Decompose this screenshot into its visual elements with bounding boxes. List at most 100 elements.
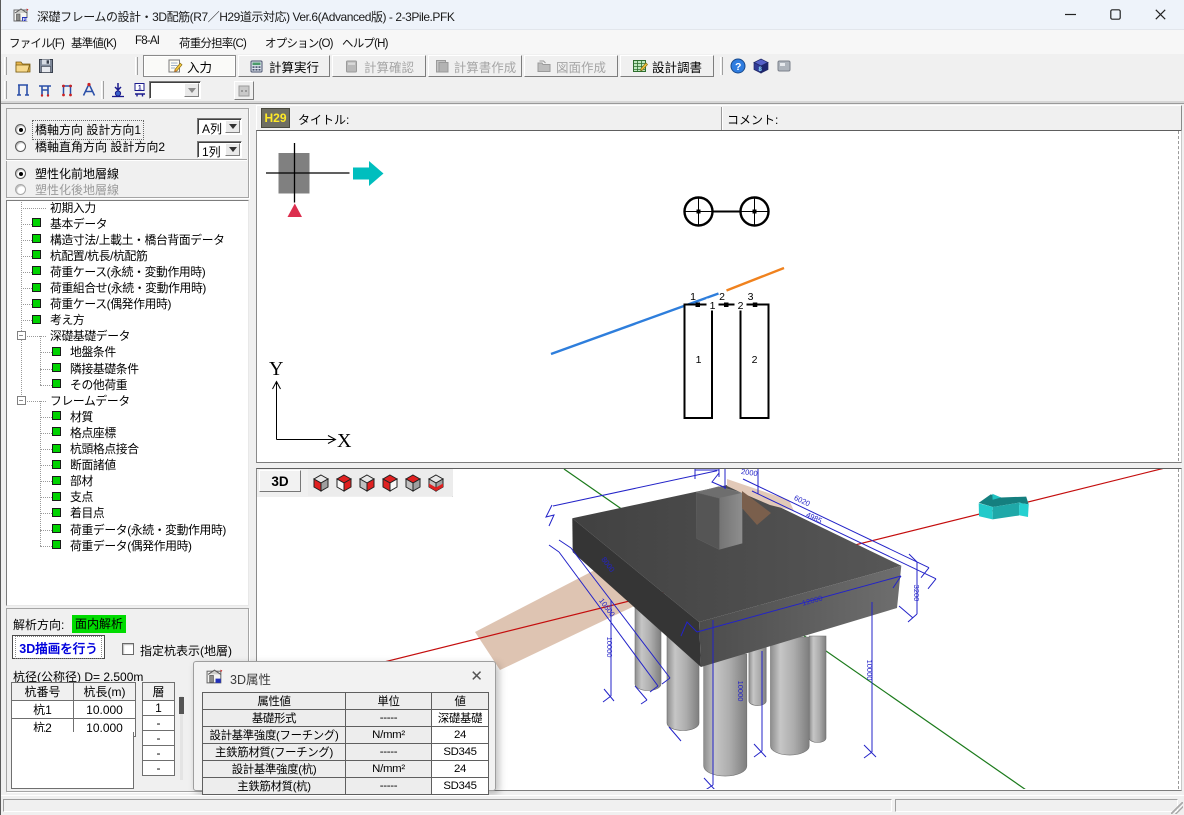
menu-item-4[interactable]: 荷重分担率(C): [179, 35, 246, 51]
tree-item-2[interactable]: 基本データ: [50, 217, 107, 231]
design-record-button[interactable]: 設計調書: [620, 55, 714, 77]
view-cube-top[interactable]: [404, 474, 422, 492]
tree-item-8[interactable]: 考え方: [50, 313, 84, 327]
minimize-button[interactable]: [1047, 0, 1093, 29]
toolbar-button-label: 計算実行: [269, 57, 319, 76]
tree-item-4[interactable]: 杭配置/杭長/杭配筋: [50, 249, 147, 263]
menu-item-1[interactable]: ファイル(F): [9, 35, 64, 51]
layer-table-header: 層: [143, 683, 175, 701]
combo-dropdown-button[interactable]: [184, 83, 199, 97]
pile-table-cell[interactable]: 10.000: [74, 701, 136, 719]
toolbar-grip[interactable]: [101, 81, 104, 99]
frame-type-3-button[interactable]: [56, 80, 77, 100]
view-cube-topleft[interactable]: [381, 474, 399, 492]
tree-item-15[interactable]: 格点座標: [70, 426, 116, 440]
close-button[interactable]: [1137, 0, 1183, 29]
tree-item-12[interactable]: その他荷重: [70, 378, 127, 392]
layer-table-cell[interactable]: -: [143, 731, 175, 746]
help-button[interactable]: ?: [727, 56, 748, 76]
attribute-window[interactable]: 3D属性 ✕ 属性値単位値基礎形式-----深礎基礎設計基準強度(フーチング)N…: [193, 661, 496, 791]
tree-item-16[interactable]: 杭頭格点接合: [70, 442, 139, 456]
layer-table-cell[interactable]: -: [143, 761, 175, 776]
menu-item-2[interactable]: 基準値(K): [71, 35, 116, 51]
toolbar-button-label: 入力: [187, 57, 212, 76]
tree-item-7[interactable]: 荷重ケース(偶発作用時): [50, 297, 171, 311]
menu-item-3[interactable]: F8-AI: [135, 35, 159, 47]
layer-scrollbar-thumb[interactable]: [179, 697, 184, 714]
run-calculation-button[interactable]: 計算実行: [238, 55, 330, 77]
radio-direction-2[interactable]: [15, 141, 26, 152]
tree-item-1[interactable]: 初期入力: [50, 201, 96, 215]
draw-3d-button[interactable]: 3D描画を行う: [12, 635, 105, 659]
f8-viewer-button[interactable]: 8: [750, 56, 771, 76]
tree-item-icon: [32, 283, 41, 292]
tree-item-5[interactable]: 荷重ケース(永続・変動作用時): [50, 265, 205, 279]
col-combo[interactable]: 1列: [197, 141, 242, 158]
tree-item-icon: [52, 379, 61, 388]
numbering-tool-button[interactable]: 1: [129, 80, 150, 100]
svg-text:1: 1: [710, 300, 716, 312]
tree-expander[interactable]: −: [17, 396, 26, 405]
node-frame-icon: [59, 82, 75, 98]
tree-item-22[interactable]: 荷重データ(偶発作用時): [70, 539, 192, 553]
axes-2d: [273, 382, 336, 444]
radio-direction-1[interactable]: [15, 124, 26, 135]
view-cube-bottom[interactable]: [427, 474, 445, 492]
menu-item-6[interactable]: ヘルプ(H): [342, 35, 388, 51]
tree-item-3[interactable]: 構造寸法/上載土・橋台背面データ: [50, 233, 225, 247]
tree-item-18[interactable]: 部材: [70, 474, 93, 488]
tree-item-14[interactable]: 材質: [70, 410, 93, 424]
selection-combo[interactable]: [149, 81, 201, 99]
canvas-2d[interactable]: 1 2 3 1 2 1 2 Y X: [256, 130, 1182, 463]
view-toolbar-3d: 3D: [257, 469, 453, 497]
combo-dropdown-button[interactable]: [225, 143, 240, 156]
combo-dropdown-button[interactable]: [225, 120, 240, 133]
radio-layer-before[interactable]: [15, 168, 26, 179]
tree-item-9[interactable]: 深礎基礎データ: [50, 329, 130, 343]
window-tool-button[interactable]: [773, 56, 794, 76]
tree-item-19[interactable]: 支点: [70, 490, 93, 504]
frame-type-1-button[interactable]: [12, 80, 33, 100]
pile-display-checkbox[interactable]: [122, 643, 134, 655]
pile-display-checkbox-label[interactable]: 指定杭表示(地層): [140, 642, 232, 659]
view-cube-topright[interactable]: [335, 474, 353, 492]
tree-expander[interactable]: −: [17, 331, 26, 340]
toolbar-grip[interactable]: [720, 57, 723, 75]
tree-item-17[interactable]: 断面諸値: [70, 458, 116, 472]
layer-table-cell[interactable]: 1: [143, 701, 175, 716]
toolbar-grip[interactable]: [4, 57, 7, 75]
dimension-label: 6020: [793, 493, 812, 508]
tree-item-20[interactable]: 着目点: [70, 506, 104, 520]
tree-item-icon: [52, 444, 61, 453]
tree-item-6[interactable]: 荷重組合せ(永続・変動作用時): [50, 281, 206, 295]
layer-table-cell[interactable]: -: [143, 746, 175, 761]
maximize-button[interactable]: [1092, 0, 1138, 29]
row-combo-value: A列: [202, 120, 222, 137]
radio-direction-1-label[interactable]: 橋軸方向 設計方向1: [33, 121, 143, 139]
toolbar-grip[interactable]: [4, 81, 7, 99]
toolbar-grip[interactable]: [135, 57, 138, 75]
row-combo[interactable]: A列: [197, 118, 242, 135]
view-cube-left[interactable]: [312, 474, 330, 492]
view-cube-right[interactable]: [358, 474, 376, 492]
drawing-header: H29 タイトル: コメント:: [256, 105, 1182, 130]
view-3d-button[interactable]: 3D: [259, 470, 301, 492]
tree-item-10[interactable]: 地盤条件: [70, 345, 116, 359]
tree-item-13[interactable]: フレームデータ: [50, 394, 130, 408]
resize-grip[interactable]: [1171, 802, 1183, 814]
attribute-window-close[interactable]: ✕: [470, 667, 483, 685]
radio-layer-before-label[interactable]: 塑性化前地層線: [35, 165, 119, 182]
svg-text:?: ?: [735, 61, 741, 73]
layer-table-cell[interactable]: -: [143, 716, 175, 731]
frame-type-4-button[interactable]: [78, 80, 99, 100]
pile-table-cell[interactable]: 杭1: [12, 701, 74, 719]
save-button[interactable]: [35, 56, 56, 76]
frame-type-2-button[interactable]: [34, 80, 55, 100]
tree-item-21[interactable]: 荷重データ(永続・変動作用時): [70, 523, 226, 537]
support-tool-button[interactable]: [107, 80, 128, 100]
radio-direction-2-label[interactable]: 橋軸直角方向 設計方向2: [35, 138, 165, 155]
tree-item-11[interactable]: 隣接基礎条件: [70, 362, 139, 376]
menu-item-5[interactable]: オプション(O): [265, 35, 333, 51]
input-mode-button[interactable]: 入力: [143, 55, 236, 77]
open-file-button[interactable]: [12, 56, 33, 76]
